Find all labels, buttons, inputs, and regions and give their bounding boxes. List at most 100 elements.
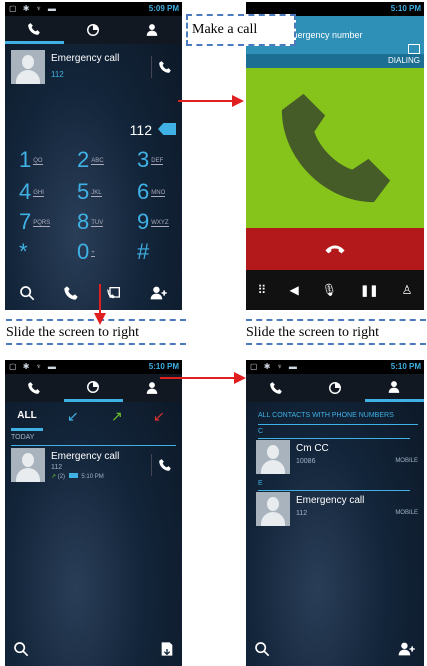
key-7[interactable]: 7 PQRS [19,209,51,235]
key-digit: 7 [19,209,32,234]
key-2[interactable]: 2 ABC [77,147,104,173]
add-contact-icon[interactable] [150,285,168,301]
key-digit: 3 [137,147,150,172]
dial-input[interactable]: 112 [130,122,152,138]
call-count: (2) [57,474,66,480]
phone-icon [28,22,41,35]
make-call-callout: Make a call [186,14,296,46]
key-0[interactable]: 0 + [77,239,95,265]
divider [151,454,152,476]
mute-icon[interactable]: 🎙︎ [322,283,337,297]
status-time: 5:10 PM [390,4,421,13]
call-log-row[interactable]: Emergency call 112 ↗ (2) 5:10 PM [11,448,176,488]
call-filter-bar: ALL ↙ ↗ ↙ [5,408,182,431]
slide-caption-right: Slide the screen to right [246,325,379,340]
arrow-head [94,313,106,325]
tab-call-log[interactable] [63,374,123,402]
speaker-icon[interactable]: ◀ [289,283,298,297]
status-time: 5:09 PM [148,4,179,13]
end-call-button[interactable] [246,228,424,270]
key-letters: GHI [33,190,44,198]
video-call-icon[interactable] [106,285,122,301]
arrow-to-contacts [160,377,236,379]
dial-call-icon[interactable] [63,285,79,301]
search-icon[interactable] [19,285,35,301]
tab-bar [5,16,182,44]
slide-caption-right-box: Slide the screen to right [246,319,426,345]
incoming-calls-icon[interactable]: ↙ [67,408,79,425]
key-letters: + [91,250,95,258]
group-letter: E [258,480,410,491]
key-3[interactable]: 3 DEF [137,147,164,173]
clock-icon [328,382,341,394]
contact-avatar [11,448,45,482]
filter-all[interactable]: ALL [11,410,43,431]
dialpad-icon[interactable]: ⠿ [258,283,267,297]
tab-bar [5,374,182,402]
suggested-contact-row[interactable]: Emergency call 112 [11,50,176,90]
divider [151,56,152,78]
call-state: DIALING [387,56,420,65]
add-contact-icon[interactable] [398,641,416,657]
key-letters: TUV [91,220,104,228]
key-hash[interactable]: # [137,239,149,265]
hold-icon[interactable]: ❚❚ [360,284,378,297]
contact-number: 112 [296,510,308,517]
contacts-screen: ▢ ✱ ♆ ▬ 5:10 PM ALL CONTACTS WITH PHONE … [246,360,424,666]
tab-phone[interactable] [5,374,64,402]
search-icon[interactable] [13,641,29,657]
missed-calls-icon[interactable]: ↙ [153,408,165,425]
key-digit: 9 [137,209,150,234]
key-digit: 0 [77,239,90,264]
tab-phone[interactable] [246,374,305,402]
contact-name: Emergency call [296,495,365,506]
key-8[interactable]: 8 TUV [77,209,104,235]
key-1[interactable]: 1 QO [19,147,43,173]
slide-caption-left: Slide the screen to right [6,325,139,340]
status-bar: ▢ ✱ ♆ ▬ 5:09 PM [5,2,182,16]
key-9[interactable]: 9 WXYZ [137,209,169,235]
tab-call-log[interactable] [64,16,123,44]
tab-phone[interactable] [5,16,64,44]
key-letters: WXYZ [151,220,169,228]
phone-icon [269,382,282,394]
key-letters: ABC [91,158,104,166]
key-5[interactable]: 5 JKL [77,179,102,205]
key-6[interactable]: 6 MNO [137,179,166,205]
tab-contacts[interactable] [123,16,182,44]
contact-row[interactable]: Cm CC 10086 MOBILE [256,440,418,480]
group-letter: C [258,428,410,439]
contact-number: 10086 [296,458,316,465]
call-time: 5:10 PM [81,474,104,480]
outgoing-calls-icon[interactable]: ↗ [111,408,123,425]
contact-name: Emergency call [51,451,120,462]
large-phone-icon [281,93,391,203]
dialer-toolbar [5,276,182,310]
contact-row[interactable]: Emergency call 112 MOBILE [256,492,418,532]
call-back-icon[interactable] [158,458,172,472]
menu-icon[interactable] [408,44,420,54]
key-star[interactable]: * [19,239,28,265]
number-type: MOBILE [395,458,418,464]
clear-log-icon[interactable] [160,641,174,657]
call-button-icon[interactable] [158,60,172,74]
dialing-screen: 5:10 PM Emergency number DIALING ⠿ ◀ 🎙︎ … [246,2,424,310]
status-bar: ▢ ✱ ♆ ▬ 5:10 PM [246,360,424,374]
add-call-icon[interactable]: ♙ [402,283,413,297]
log-toolbar [5,632,182,666]
make-call-caption: Make a call [192,22,258,37]
phone-icon [28,382,41,394]
contact-avatar [256,492,290,526]
sim-icon [68,473,78,478]
end-call-icon [325,245,345,254]
tab-call-log[interactable] [305,374,364,402]
arrow-head [234,372,246,384]
arrow-to-call-log [99,284,101,314]
tab-contacts[interactable] [364,374,424,402]
status-time: 5:10 PM [148,362,179,371]
key-digit: * [19,239,28,264]
key-4[interactable]: 4 GHI [19,179,44,205]
clock-icon [87,24,100,36]
person-icon [389,380,400,393]
search-icon[interactable] [254,641,270,657]
